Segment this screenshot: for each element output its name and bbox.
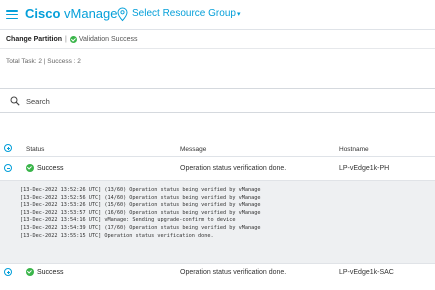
top-bar: Cisco vManage Select Resource Group▾ bbox=[0, 0, 435, 29]
expand-icon[interactable] bbox=[4, 268, 12, 276]
message-cell: Operation status verification done. bbox=[180, 165, 287, 172]
message-cell: Operation status verification done. bbox=[180, 269, 287, 276]
hostname-cell: LP-vEdge1k-PH bbox=[339, 165, 390, 172]
task-log-panel[interactable]: [13-Dec-2022 13:52:26 UTC] (13/60) Opera… bbox=[0, 180, 435, 264]
log-line: [13-Dec-2022 13:52:26 UTC] (13/60) Opera… bbox=[20, 187, 261, 193]
search-input[interactable]: Search bbox=[26, 97, 50, 106]
chevron-down-icon: ▾ bbox=[236, 11, 241, 18]
log-line: [13-Dec-2022 13:55:15 UTC] Operation sta… bbox=[20, 232, 214, 239]
status-text: Success bbox=[37, 268, 64, 276]
page-title: Change Partition bbox=[6, 36, 63, 43]
task-log: [13-Dec-2022 13:52:26 UTC] (13/60) Opera… bbox=[20, 187, 260, 240]
check-circle-icon bbox=[69, 36, 77, 43]
brand-vmanage: vManage bbox=[60, 6, 118, 21]
expand-all-icon[interactable] bbox=[4, 144, 12, 152]
search-icon bbox=[10, 96, 20, 106]
log-line: [13-Dec-2022 13:54:16 UTC] vManage: Send… bbox=[20, 217, 236, 224]
log-line: [13-Dec-2022 13:54:39 UTC] (17/60) Opera… bbox=[20, 224, 261, 231]
check-circle-icon bbox=[26, 164, 34, 172]
hostname-cell: LP-vEdge1k-SAC bbox=[339, 269, 394, 276]
log-line: [13-Dec-2022 13:53:57 UTC] (16/60) Opera… bbox=[20, 209, 261, 216]
collapse-icon[interactable] bbox=[4, 164, 12, 172]
brand-cisco: Cisco bbox=[25, 6, 61, 21]
column-header-hostname[interactable]: Hostname bbox=[339, 146, 369, 153]
task-summary: Total Task: 2 | Success : 2 bbox=[6, 58, 81, 65]
status-cell: Success bbox=[26, 268, 63, 276]
hamburger-menu-icon[interactable] bbox=[6, 10, 18, 20]
app-title[interactable]: Cisco vManage bbox=[25, 6, 118, 21]
header-divider bbox=[0, 29, 435, 30]
table-row[interactable]: Success Operation status verification do… bbox=[0, 159, 435, 179]
validation-status: Validation Success bbox=[78, 36, 138, 43]
title-separator: | bbox=[65, 36, 67, 43]
column-header-message[interactable]: Message bbox=[180, 146, 206, 153]
status-cell: Success bbox=[26, 164, 63, 172]
check-circle-icon bbox=[26, 268, 34, 276]
search-bar[interactable]: Search bbox=[0, 88, 435, 113]
status-text: Success bbox=[37, 164, 64, 172]
subheader-divider bbox=[0, 48, 435, 49]
log-line: [13-Dec-2022 13:52:56 UTC] (14/60) Opera… bbox=[20, 194, 261, 201]
log-line: [13-Dec-2022 13:53:26 UTC] (15/60) Opera… bbox=[20, 202, 261, 209]
resource-group-dropdown[interactable]: Select Resource Group▾ bbox=[132, 8, 240, 19]
location-pin-icon bbox=[117, 7, 128, 22]
page-subheader: Change Partition | Validation Success bbox=[6, 36, 137, 43]
table-row[interactable]: Success Operation status verification do… bbox=[0, 263, 435, 283]
column-header-status[interactable]: Status bbox=[26, 146, 44, 153]
resource-group-label: Select Resource Group bbox=[132, 8, 236, 19]
table-header: Status Message Hostname bbox=[0, 141, 435, 157]
